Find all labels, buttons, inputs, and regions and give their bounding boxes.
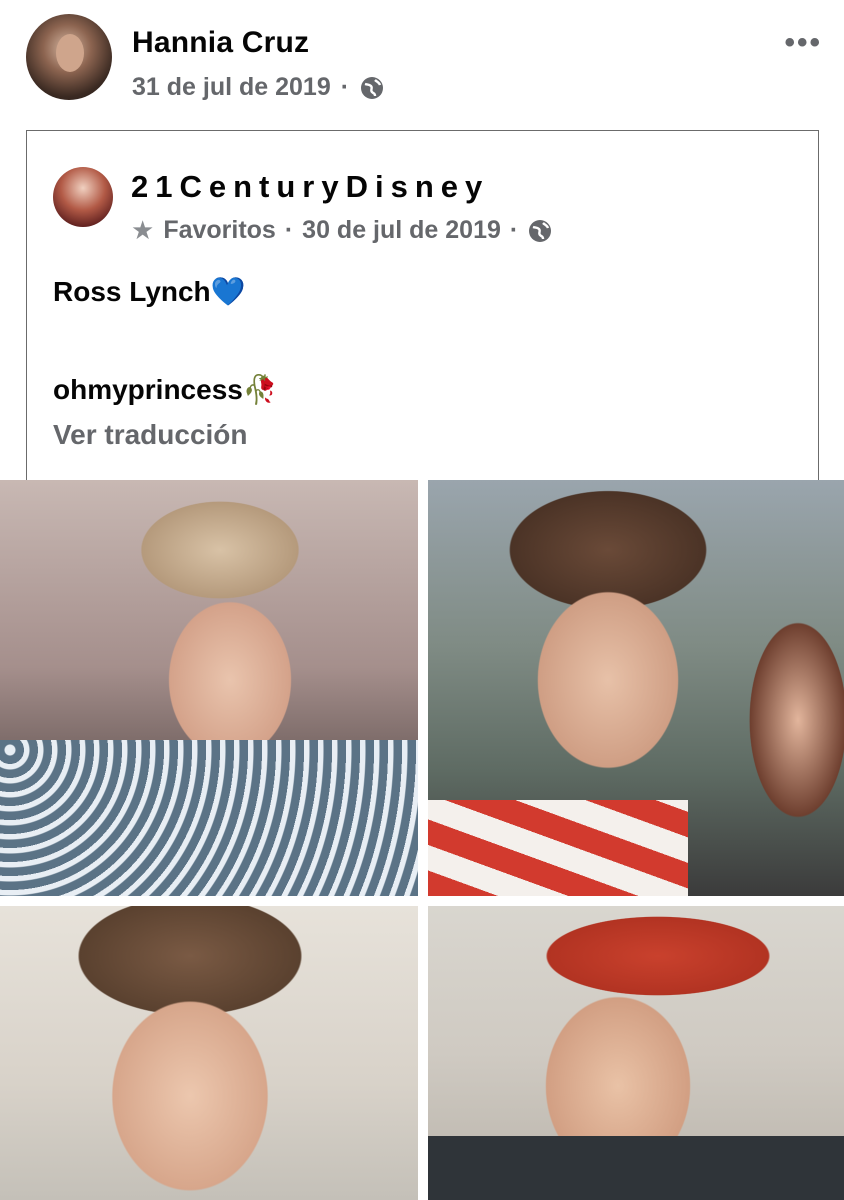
post-meta: 31 de jul de 2019 · (132, 73, 385, 102)
photo-2[interactable] (428, 480, 844, 896)
globe-icon[interactable] (359, 75, 385, 101)
favorites-label: Favoritos (163, 216, 276, 244)
more-options-button[interactable]: ••• (784, 26, 822, 60)
see-translation-link[interactable]: Ver traducción (53, 419, 248, 451)
avatar[interactable] (26, 14, 112, 100)
shared-author-name[interactable]: 21CenturyDisney (131, 169, 489, 205)
globe-icon[interactable] (527, 218, 553, 244)
post-text-line: ohmyprincess🥀 (53, 374, 278, 405)
meta-separator: · (340, 73, 350, 101)
shared-post-meta: ★ Favoritos · 30 de jul de 2019 · (131, 215, 553, 246)
shared-post-date[interactable]: 30 de jul de 2019 (302, 216, 501, 245)
photo-3[interactable] (0, 906, 418, 1200)
meta-separator: · (284, 216, 294, 244)
post-date[interactable]: 31 de jul de 2019 (132, 73, 331, 102)
star-icon: ★ (131, 215, 155, 245)
photo-grid (0, 480, 844, 1200)
photo-1[interactable] (0, 480, 418, 896)
photo-4[interactable] (428, 906, 844, 1200)
meta-separator: · (509, 216, 519, 244)
post-header: Hannia Cruz 31 de jul de 2019 · ••• (0, 0, 844, 120)
post-text-line: Ross Lynch💙 (53, 276, 246, 307)
shared-post-card[interactable]: 21CenturyDisney ★ Favoritos · 30 de jul … (26, 130, 819, 480)
shared-avatar[interactable] (53, 167, 113, 227)
author-name[interactable]: Hannia Cruz (132, 26, 309, 60)
